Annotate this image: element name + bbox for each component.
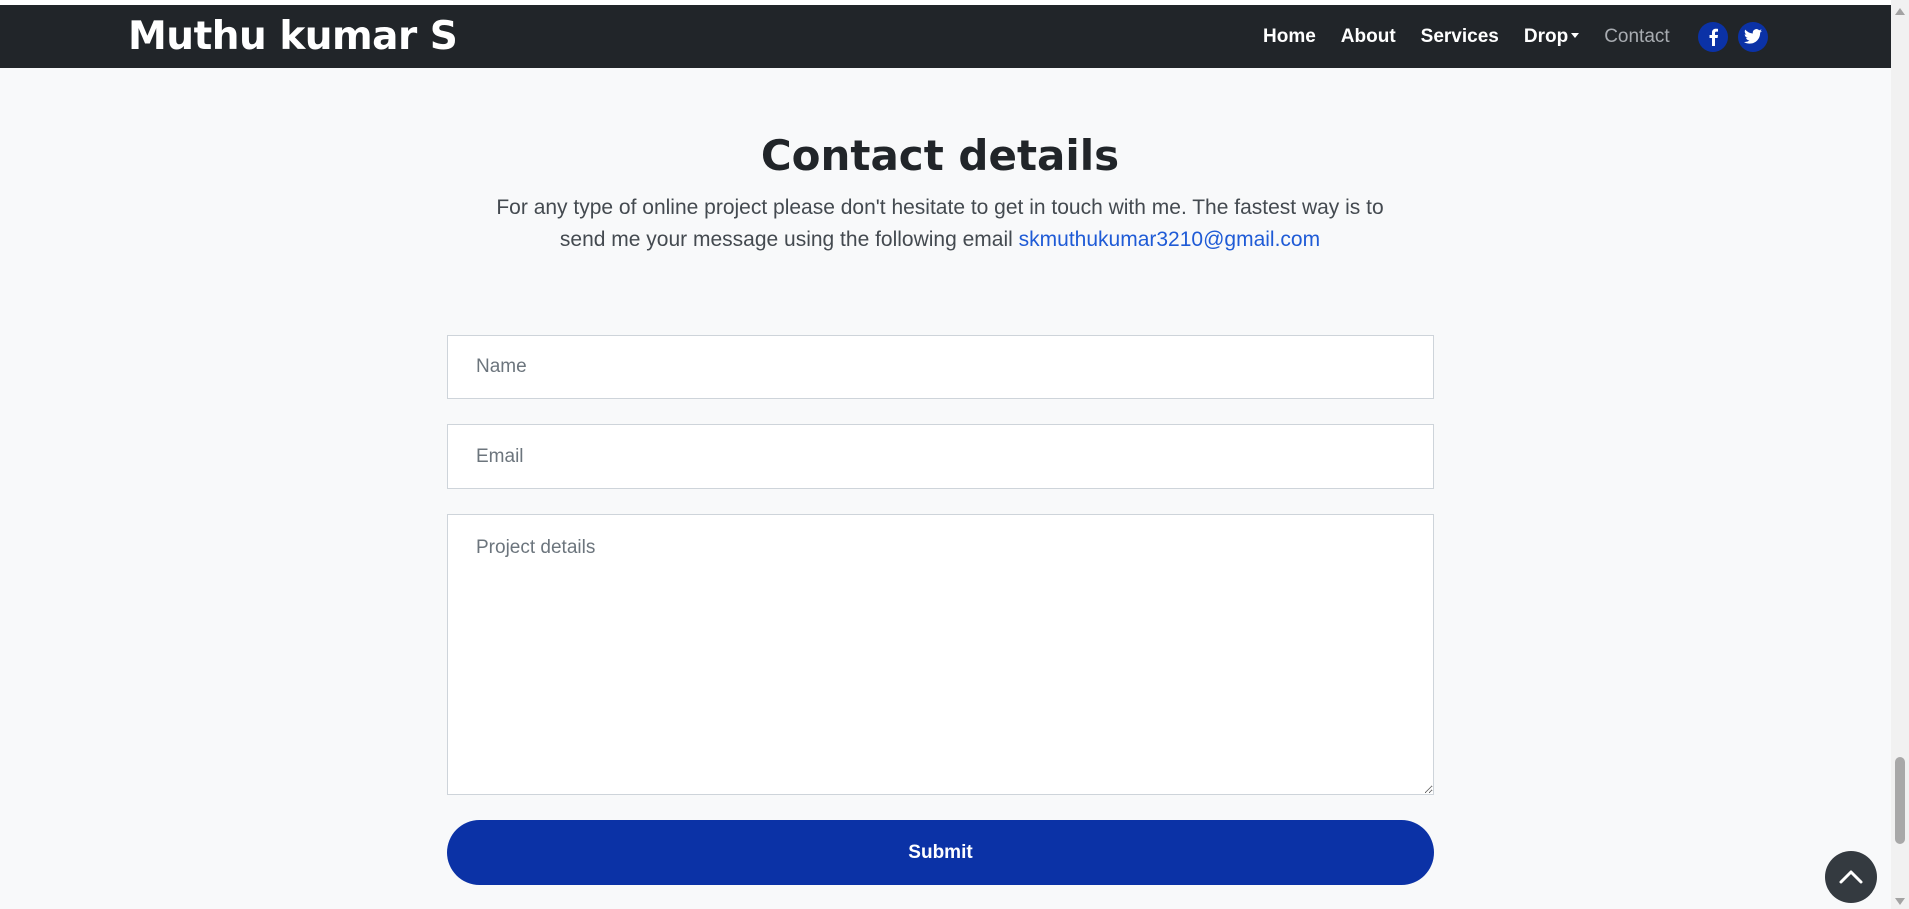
nav-home[interactable]: Home xyxy=(1263,26,1316,48)
submit-button[interactable]: Submit xyxy=(447,820,1434,885)
nav-drop-dropdown[interactable]: Drop xyxy=(1523,25,1580,48)
twitter-icon[interactable] xyxy=(1737,21,1768,52)
caret-down-icon xyxy=(1571,32,1580,38)
nav-menu: Home About Services Drop Contact xyxy=(1263,5,1768,68)
social-links xyxy=(1697,21,1768,52)
facebook-icon[interactable] xyxy=(1697,21,1728,52)
scroll-down-arrow-icon[interactable] xyxy=(1895,898,1905,905)
page: Muthu kumar S Home About Services Drop C… xyxy=(0,0,1891,909)
name-input[interactable] xyxy=(447,335,1434,399)
nav-drop-label: Drop xyxy=(1523,25,1569,47)
nav-contact[interactable]: Contact xyxy=(1604,26,1669,48)
navbar: Muthu kumar S Home About Services Drop C… xyxy=(0,5,1891,68)
scroll-up-arrow-icon[interactable] xyxy=(1895,8,1905,15)
brand-logo[interactable]: Muthu kumar S xyxy=(128,15,458,59)
email-input[interactable] xyxy=(447,424,1434,489)
project-details-textarea[interactable] xyxy=(447,514,1434,795)
chevron-up-icon xyxy=(1839,870,1863,884)
email-link[interactable]: skmuthukumar3210@gmail.com xyxy=(1019,228,1320,251)
contact-lead: For any type of online project please do… xyxy=(480,192,1400,256)
scroll-to-top-button[interactable] xyxy=(1825,851,1877,903)
page-title: Contact details xyxy=(760,131,1120,180)
nav-services[interactable]: Services xyxy=(1421,26,1499,48)
scroll-thumb[interactable] xyxy=(1895,757,1905,844)
nav-about[interactable]: About xyxy=(1341,26,1396,48)
page-scrollbar[interactable] xyxy=(1891,0,1909,909)
